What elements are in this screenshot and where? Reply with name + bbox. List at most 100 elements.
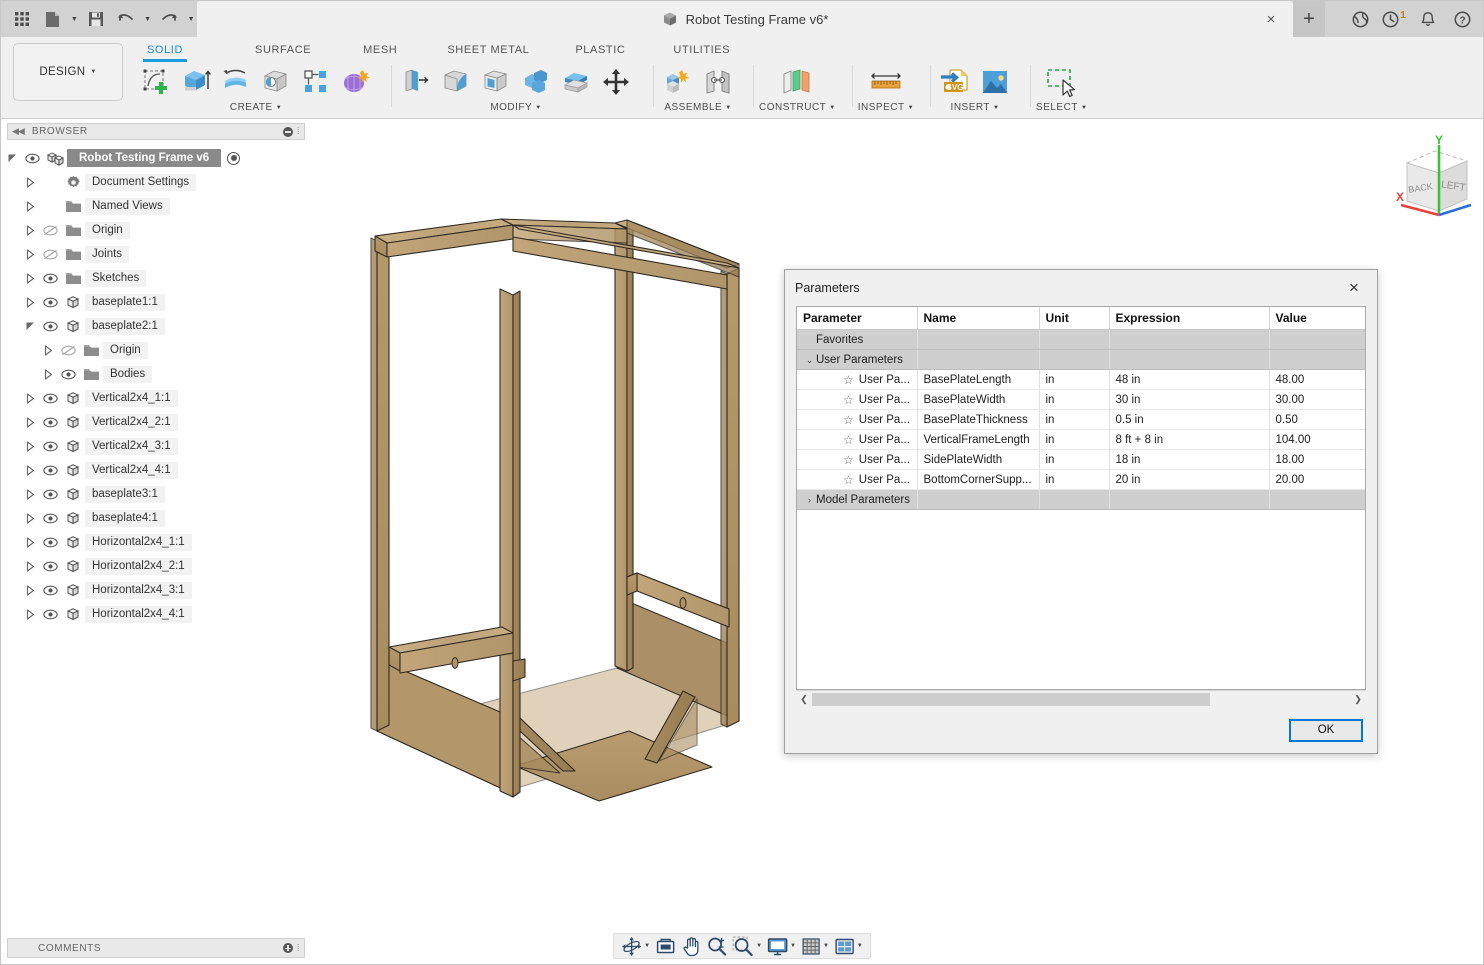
expand-arrow-icon[interactable] [25, 537, 39, 548]
visibility-eye-icon[interactable] [39, 393, 61, 404]
expand-arrow-icon[interactable] [7, 153, 21, 164]
cell-unit[interactable]: in [1039, 470, 1109, 490]
tree-item-baseplate2-1[interactable]: baseplate2:1 [7, 314, 305, 338]
table-group-row-user-parameters[interactable]: ⌄User Parameters [797, 350, 1366, 370]
favorite-star-icon[interactable]: ☆ [843, 473, 854, 487]
viewports-icon[interactable]: ▼ [832, 934, 865, 958]
parameters-dialog[interactable]: Parameters × Parameter Name Unit [784, 269, 1378, 754]
expand-arrow-icon[interactable] [25, 177, 39, 188]
cell-expression[interactable]: 20 in [1109, 470, 1269, 490]
expand-arrow-icon[interactable] [43, 369, 57, 380]
cell-name[interactable]: BottomCornerSupp... [917, 470, 1039, 490]
grid-snaps-icon[interactable]: ▼ [799, 934, 831, 958]
tree-item-named-views[interactable]: Named Views [7, 194, 305, 218]
undo-dropdown-caret[interactable]: ▼ [142, 5, 154, 33]
cell-expression[interactable]: 48 in [1109, 370, 1269, 390]
visibility-eye-icon[interactable] [57, 369, 79, 380]
save-icon[interactable] [82, 5, 110, 33]
cell-unit[interactable]: in [1039, 410, 1109, 430]
tree-item-joints[interactable]: Joints [7, 242, 305, 266]
move-copy-icon[interactable] [597, 62, 635, 102]
help-icon[interactable]: ? [1447, 4, 1477, 34]
table-row[interactable]: ☆User Pa...SidePlateWidthin18 in18.00 [797, 450, 1366, 470]
visibility-eye-icon[interactable] [39, 489, 61, 500]
expand-arrow-icon[interactable] [25, 465, 39, 476]
display-settings-icon[interactable]: ▼ [765, 934, 798, 958]
visibility-eye-icon[interactable] [39, 417, 61, 428]
tree-root-robot-testing-frame[interactable]: Robot Testing Frame v6 [7, 146, 305, 170]
press-pull-icon[interactable] [397, 62, 435, 102]
create-form-icon[interactable] [337, 62, 375, 102]
expand-arrow-icon[interactable] [25, 585, 39, 596]
redo-dropdown-caret[interactable]: ▼ [185, 5, 197, 33]
tree-item-origin[interactable]: Origin [7, 338, 305, 362]
tree-item-horizontal2x4-3-1[interactable]: Horizontal2x4_3:1 [7, 578, 305, 602]
tree-item-origin[interactable]: Origin [7, 218, 305, 242]
clock-icon[interactable]: 1 [1379, 4, 1409, 34]
shell-icon[interactable] [477, 62, 515, 102]
expand-arrow-icon[interactable] [25, 201, 39, 212]
expand-group-icon[interactable]: › [803, 495, 816, 505]
column-header-value[interactable]: Value [1269, 307, 1366, 330]
column-header-expression[interactable]: Expression [1109, 307, 1269, 330]
tree-item-baseplate3-1[interactable]: baseplate3:1 [7, 482, 305, 506]
cell-name[interactable]: BasePlateWidth [917, 390, 1039, 410]
create-sketch-icon[interactable] [137, 62, 175, 102]
tree-item-baseplate4-1[interactable]: baseplate4:1 [7, 506, 305, 530]
cell-name[interactable]: BasePlateThickness [917, 410, 1039, 430]
document-tab[interactable]: Robot Testing Frame v6* × [197, 1, 1293, 37]
chevron-down-icon[interactable]: ▼ [790, 943, 796, 949]
table-horizontal-scrollbar[interactable]: ❮ ❯ [796, 690, 1366, 707]
visibility-eye-icon[interactable] [21, 153, 43, 164]
hole-icon[interactable] [257, 62, 295, 102]
expand-arrow-icon[interactable] [25, 417, 39, 428]
expand-arrow-icon[interactable] [43, 345, 57, 356]
cell-unit[interactable]: in [1039, 450, 1109, 470]
expand-arrow-icon[interactable] [25, 441, 39, 452]
chevron-down-icon[interactable]: ▼ [823, 943, 829, 949]
scroll-left-icon[interactable]: ❮ [796, 691, 812, 708]
model-robot-testing-frame[interactable] [367, 211, 847, 831]
comments-panel[interactable]: COMMENTS ⦙ [7, 938, 305, 958]
new-component-icon[interactable] [659, 62, 697, 102]
favorite-star-icon[interactable]: ☆ [843, 453, 854, 467]
panel-create-label[interactable]: CREATE▼ [230, 102, 282, 113]
view-cube[interactable]: BACK LEFT X Y [1387, 133, 1479, 225]
visibility-eye-icon[interactable] [39, 585, 61, 596]
bell-icon[interactable] [1413, 4, 1443, 34]
table-row[interactable]: ☆User Pa...BottomCornerSupp...in20 in20.… [797, 470, 1366, 490]
workspace-switcher[interactable]: DESIGN ▼ [13, 43, 123, 101]
tab-surface[interactable]: SURFACE [245, 39, 321, 60]
scroll-thumb[interactable] [812, 693, 1210, 706]
favorite-star-icon[interactable]: ☆ [843, 373, 854, 387]
expand-arrow-icon[interactable] [25, 225, 39, 236]
visibility-eye-icon[interactable] [39, 561, 61, 572]
add-comment-icon[interactable] [283, 943, 293, 953]
combine-icon[interactable] [517, 62, 555, 102]
cell-name[interactable]: BasePlateLength [917, 370, 1039, 390]
panel-construct-label[interactable]: CONSTRUCT▼ [759, 102, 836, 113]
insert-svg-icon[interactable]: SVG [936, 62, 974, 102]
extrude-icon[interactable] [177, 62, 215, 102]
cell-name[interactable]: SidePlateWidth [917, 450, 1039, 470]
measure-icon[interactable] [862, 62, 910, 102]
zoom-window-icon[interactable]: ▼ [730, 934, 764, 958]
redo-icon[interactable] [155, 5, 183, 33]
tree-item-vertical2x4-1-1[interactable]: Vertical2x4_1:1 [7, 386, 305, 410]
table-row[interactable]: ☆User Pa...BasePlateThicknessin0.5 in0.5… [797, 410, 1366, 430]
dialog-close-icon[interactable]: × [1341, 275, 1367, 301]
expand-arrow-icon[interactable] [25, 561, 39, 572]
visibility-eye-icon[interactable] [39, 273, 61, 284]
joint-icon[interactable] [699, 62, 737, 102]
tree-item-vertical2x4-2-1[interactable]: Vertical2x4_2:1 [7, 410, 305, 434]
expand-arrow-icon[interactable] [25, 297, 39, 308]
pan-icon[interactable] [679, 934, 703, 958]
pattern-icon[interactable] [297, 62, 335, 102]
expand-arrow-icon[interactable] [25, 513, 39, 524]
tree-item-vertical2x4-3-1[interactable]: Vertical2x4_3:1 [7, 434, 305, 458]
construct-plane-icon[interactable] [774, 62, 820, 102]
table-row[interactable]: ☆User Pa...BasePlateLengthin48 in48.00 [797, 370, 1366, 390]
visibility-eye-icon[interactable] [39, 513, 61, 524]
favorite-star-icon[interactable]: ☆ [843, 393, 854, 407]
insert-image-icon[interactable] [976, 62, 1014, 102]
